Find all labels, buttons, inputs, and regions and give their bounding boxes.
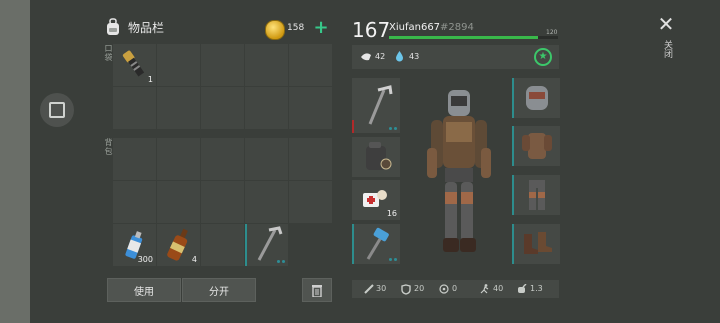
inventory-slot[interactable]: [289, 44, 332, 86]
durability-bar: [352, 120, 354, 133]
inventory-slot[interactable]: [201, 181, 244, 223]
star-icon[interactable]: ★: [534, 48, 552, 66]
add-coins-button[interactable]: +: [313, 19, 329, 37]
inventory-slot[interactable]: [201, 87, 244, 129]
inventory-slot-pickaxe[interactable]: [245, 224, 288, 266]
player-name-line: Xiufan667#2894: [389, 22, 474, 33]
fist-icon: [518, 284, 527, 293]
equip-slot-helmet[interactable]: [512, 78, 560, 118]
pants-icon: [529, 180, 545, 210]
food-value: 42: [375, 52, 386, 61]
defense-value: 20: [414, 284, 425, 293]
item-count: 1: [147, 75, 153, 84]
water-value: 43: [409, 52, 420, 61]
xp-bar-fill: [389, 36, 538, 39]
backpack-grid: 300 4: [113, 138, 332, 266]
durability-dots: [277, 260, 285, 263]
inventory-slot[interactable]: [157, 44, 200, 86]
helmet-icon: [526, 86, 548, 110]
combat-stats: 30 20 0 40 1.3: [352, 280, 559, 298]
trash-icon: [312, 285, 322, 297]
inventory-slot[interactable]: [113, 181, 156, 223]
inventory-slot[interactable]: [245, 181, 288, 223]
inventory-slot-spray[interactable]: 300: [113, 224, 156, 266]
durability-dots: [389, 127, 397, 130]
split-button[interactable]: 分开: [182, 278, 256, 302]
backpack-icon: [366, 142, 392, 170]
boots-icon: [524, 232, 552, 254]
equip-slot-body[interactable]: [512, 126, 560, 166]
xp-max: 120: [546, 29, 558, 36]
radiation-value: 0: [452, 284, 458, 293]
attack-icon: [364, 284, 374, 294]
coin-icon: [265, 20, 285, 40]
inventory-title: 物品栏: [128, 20, 165, 35]
armor-vest-icon: [522, 133, 552, 159]
survival-stats: 42 43: [352, 45, 559, 69]
item-count: 4: [191, 255, 197, 264]
water-icon: [396, 51, 403, 62]
shield-icon: [401, 284, 411, 295]
player-level: 167: [352, 18, 391, 42]
inventory-slot-flashlight[interactable]: 1: [113, 44, 156, 86]
durability-bar: [512, 224, 514, 264]
inventory-slot[interactable]: [157, 181, 200, 223]
speed-value: 40: [493, 284, 504, 293]
fighting-value: 1.3: [530, 284, 543, 293]
xp-bar: [389, 36, 558, 39]
inventory-slot-bottle[interactable]: 4: [157, 224, 200, 266]
character-model: [427, 90, 491, 252]
item-count: 16: [386, 209, 397, 218]
inventory-slot[interactable]: [201, 138, 244, 180]
equip-slot-medkit[interactable]: 16: [352, 180, 400, 220]
equip-slot-weapon[interactable]: [352, 78, 400, 133]
use-button[interactable]: 使用: [107, 278, 181, 302]
durability-bar: [512, 78, 514, 118]
equip-slot-legs[interactable]: [512, 175, 560, 215]
inventory-slot[interactable]: [201, 44, 244, 86]
equip-slot-boots[interactable]: [512, 224, 560, 264]
background-left-strip: [0, 0, 30, 323]
hammer-icon: [366, 227, 389, 260]
square-menu-button[interactable]: [40, 93, 74, 127]
close-icon[interactable]: ✕: [656, 14, 676, 34]
inventory-slot[interactable]: [245, 44, 288, 86]
pocket-grid: 1: [113, 44, 332, 129]
square-icon: [49, 102, 65, 118]
equip-slot-hammer[interactable]: [352, 224, 400, 264]
trash-button[interactable]: [302, 278, 332, 302]
durability-bar: [512, 126, 514, 166]
inventory-slot[interactable]: [113, 87, 156, 129]
durability-bar: [512, 175, 514, 215]
durability-bar: [352, 224, 354, 264]
pickaxe-icon: [368, 85, 393, 125]
item-count: 300: [137, 255, 153, 264]
inventory-header: 物品栏: [104, 18, 164, 36]
coin-count: 158: [287, 23, 305, 33]
inventory-slot[interactable]: [289, 181, 332, 223]
radiation-icon: [439, 284, 449, 294]
inventory-slot[interactable]: [245, 87, 288, 129]
equip-slot-backpack[interactable]: [352, 137, 400, 177]
inventory-slot[interactable]: [289, 138, 332, 180]
backpack-icon: [107, 18, 119, 35]
close-label[interactable]: 关闭: [661, 40, 674, 58]
inventory-slot[interactable]: [245, 138, 288, 180]
attack-value: 30: [376, 284, 387, 293]
player-id: #2894: [440, 22, 474, 33]
bandage-icon: [363, 190, 387, 207]
running-icon: [480, 284, 489, 294]
durability-dots: [389, 258, 397, 261]
inventory-slot[interactable]: [113, 138, 156, 180]
inventory-slot[interactable]: [289, 87, 332, 129]
inventory-slot[interactable]: [157, 87, 200, 129]
inventory-slot[interactable]: [201, 224, 244, 266]
player-name: Xiufan667: [389, 22, 441, 33]
inventory-slot[interactable]: [157, 138, 200, 180]
food-icon: [361, 53, 371, 61]
